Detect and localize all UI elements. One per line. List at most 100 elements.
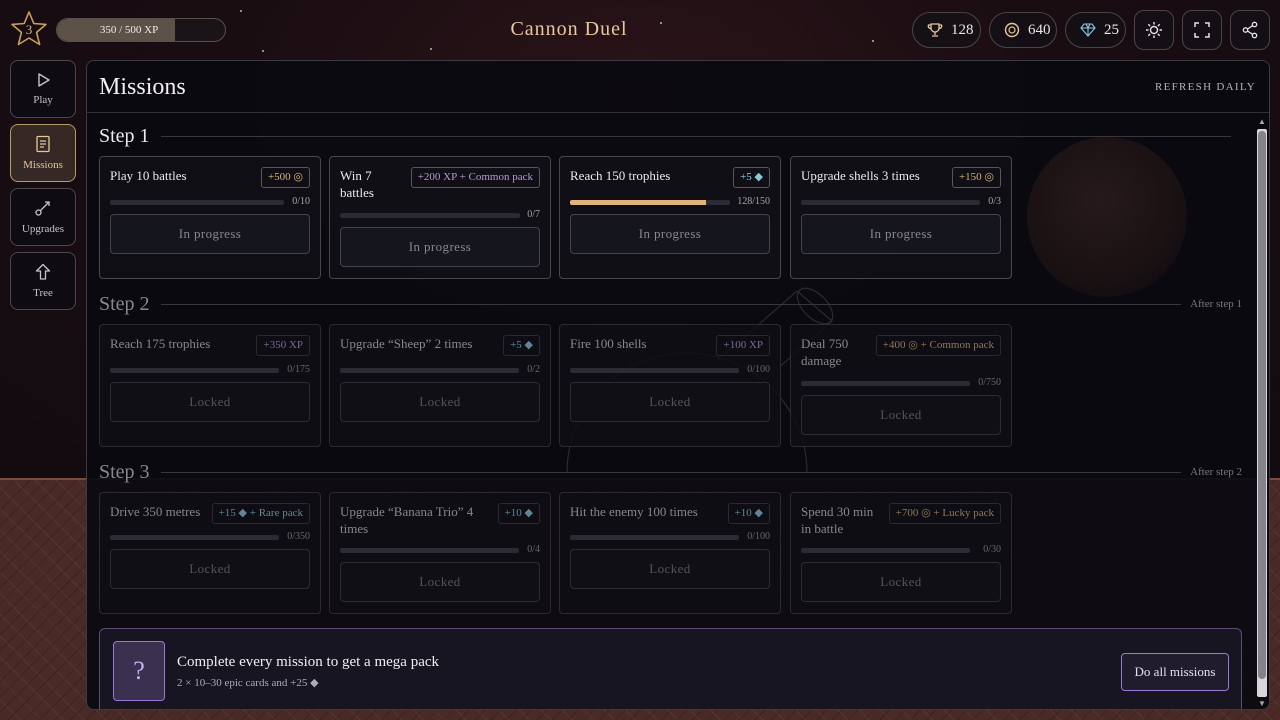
mission-title: Play 10 battles xyxy=(110,168,187,183)
reward-badge: +150 ◎ xyxy=(951,167,1001,188)
scroll-down-icon[interactable]: ▼ xyxy=(1257,699,1267,709)
progress-bar xyxy=(110,535,279,540)
progress-bar xyxy=(801,200,980,205)
progress-fill xyxy=(570,200,707,205)
xp-bar: 350 / 500 XP xyxy=(56,18,226,42)
page-title: Missions xyxy=(99,74,186,100)
mystery-pack-icon: ? xyxy=(113,641,165,701)
scroll-thumb[interactable] xyxy=(1258,131,1266,679)
xp-text: 350 / 500 XP xyxy=(99,24,159,36)
reward-badge: +100 XP xyxy=(716,335,770,356)
clipboard-icon xyxy=(36,135,50,153)
star-particle xyxy=(240,10,242,12)
mission-title: Drive 350 metres xyxy=(110,504,201,519)
mission-card-locked: Fire 100 shells +100 XP 0/100 Locked xyxy=(559,324,781,447)
mission-locked-button: Locked xyxy=(340,562,540,602)
mission-card: Play 10 battles +500 ◎ 0/10 In progress xyxy=(99,156,321,279)
step-divider xyxy=(161,304,1181,305)
reward-badge: +200 XP + Common pack xyxy=(410,167,540,188)
trophy-count: 128 xyxy=(951,21,974,38)
game-title: Cannon Duel xyxy=(510,18,628,40)
share-button[interactable] xyxy=(1230,10,1270,50)
mega-pack-subtitle: 2 × 10–30 epic cards and +25 ◆ xyxy=(177,677,319,689)
fullscreen-button[interactable] xyxy=(1182,10,1222,50)
sidebar-item-label: Tree xyxy=(33,287,53,299)
progress-bar xyxy=(340,213,520,218)
progress-bar xyxy=(801,548,970,553)
mission-card: Reach 150 trophies +5 ◆ 128/150 In progr… xyxy=(559,156,781,279)
mission-status-button[interactable]: In progress xyxy=(340,227,540,267)
panel-header: Missions REFRESH DAILY xyxy=(87,61,1269,113)
sidebar-item-label: Play xyxy=(33,94,53,106)
progress-bar xyxy=(340,548,519,553)
mission-status-button[interactable]: In progress xyxy=(801,214,1001,254)
planet-decoration xyxy=(1027,137,1187,297)
mission-card-locked: Upgrade “Sheep” 2 times +5 ◆ 0/2 Locked xyxy=(329,324,551,447)
do-all-missions-button[interactable]: Do all missions xyxy=(1121,653,1229,691)
sidebar-item-label: Upgrades xyxy=(21,223,65,235)
reward-badge: +5 ◆ xyxy=(503,335,540,356)
settings-button[interactable] xyxy=(1134,10,1174,50)
reward-badge: +5 ◆ xyxy=(733,167,770,188)
sidebar-item-tree[interactable]: Tree xyxy=(10,252,76,310)
mission-card-locked: Spend 30 min in battle +700 ◎ + Lucky pa… xyxy=(790,492,1012,614)
mission-title: Spend 30 min in battle xyxy=(801,504,874,536)
coin-icon xyxy=(1004,22,1020,38)
mission-card-locked: Deal 750 damage +400 ◎ + Common pack 0/7… xyxy=(790,324,1012,447)
sun-icon xyxy=(1146,22,1162,38)
fullscreen-icon xyxy=(1194,22,1210,38)
progress-bar xyxy=(570,535,739,540)
step-2-label: Step 2 xyxy=(99,293,150,315)
mission-locked-button: Locked xyxy=(801,395,1001,435)
refresh-label: REFRESH DAILY xyxy=(1154,81,1256,93)
progress-count: 0/4 xyxy=(527,544,540,555)
coin-counter[interactable]: 640 xyxy=(989,12,1057,48)
progress-count: 0/175 xyxy=(287,364,310,375)
mission-locked-button: Locked xyxy=(570,549,770,589)
gem-counter[interactable]: 25 xyxy=(1065,12,1126,48)
mission-status-button[interactable]: In progress xyxy=(570,214,770,254)
progress-bar xyxy=(110,368,279,373)
progress-bar xyxy=(801,381,970,386)
mission-title: Reach 175 trophies xyxy=(110,336,211,351)
trophy-icon xyxy=(927,23,943,37)
mission-locked-button: Locked xyxy=(340,382,540,422)
reward-badge: +15 ◆ + Rare pack xyxy=(211,503,310,524)
progress-count: 0/10 xyxy=(292,196,310,207)
progress-count: 0/2 xyxy=(527,364,540,375)
sidebar-item-play[interactable]: Play xyxy=(10,60,76,118)
arrow-up-icon xyxy=(35,263,51,280)
trophy-counter[interactable]: 128 xyxy=(912,12,981,48)
progress-count: 0/100 xyxy=(747,531,770,542)
mission-locked-button: Locked xyxy=(110,382,310,422)
mission-card-locked: Drive 350 metres +15 ◆ + Rare pack 0/350… xyxy=(99,492,321,614)
reward-badge: +500 ◎ xyxy=(260,167,310,188)
mission-locked-button: Locked xyxy=(110,549,310,589)
mission-title: Deal 750 damage xyxy=(801,336,849,368)
progress-count: 0/7 xyxy=(527,209,540,220)
mission-locked-button: Locked xyxy=(801,562,1001,602)
reward-badge: +700 ◎ + Lucky pack xyxy=(888,503,1001,524)
upgrade-icon xyxy=(35,201,50,216)
sidebar-item-missions[interactable]: Missions xyxy=(10,124,76,182)
gem-count: 25 xyxy=(1104,21,1119,38)
scrollbar[interactable]: ▲ ▼ xyxy=(1257,117,1267,709)
step-2-unlock-note: After step 1 xyxy=(1190,298,1242,310)
mission-title: Hit the enemy 100 times xyxy=(570,504,698,519)
progress-bar xyxy=(340,368,519,373)
progress-count: 0/100 xyxy=(747,364,770,375)
step-3-unlock-note: After step 2 xyxy=(1190,466,1242,478)
scroll-up-icon[interactable]: ▲ xyxy=(1257,117,1267,127)
mission-card: Upgrade shells 3 times +150 ◎ 0/3 In pro… xyxy=(790,156,1012,279)
mission-status-button[interactable]: In progress xyxy=(110,214,310,254)
sidebar-item-label: Missions xyxy=(23,159,63,171)
step-3-label: Step 3 xyxy=(99,461,150,483)
play-icon xyxy=(38,73,50,87)
progress-count: 0/30 xyxy=(983,544,1001,555)
step-divider xyxy=(161,136,1231,137)
mission-title: Reach 150 trophies xyxy=(570,168,671,183)
level-badge[interactable]: 3 xyxy=(10,10,48,48)
reward-badge: +10 ◆ xyxy=(727,503,770,524)
mission-card-locked: Hit the enemy 100 times +10 ◆ 0/100 Lock… xyxy=(559,492,781,614)
sidebar-item-upgrades[interactable]: Upgrades xyxy=(10,188,76,246)
